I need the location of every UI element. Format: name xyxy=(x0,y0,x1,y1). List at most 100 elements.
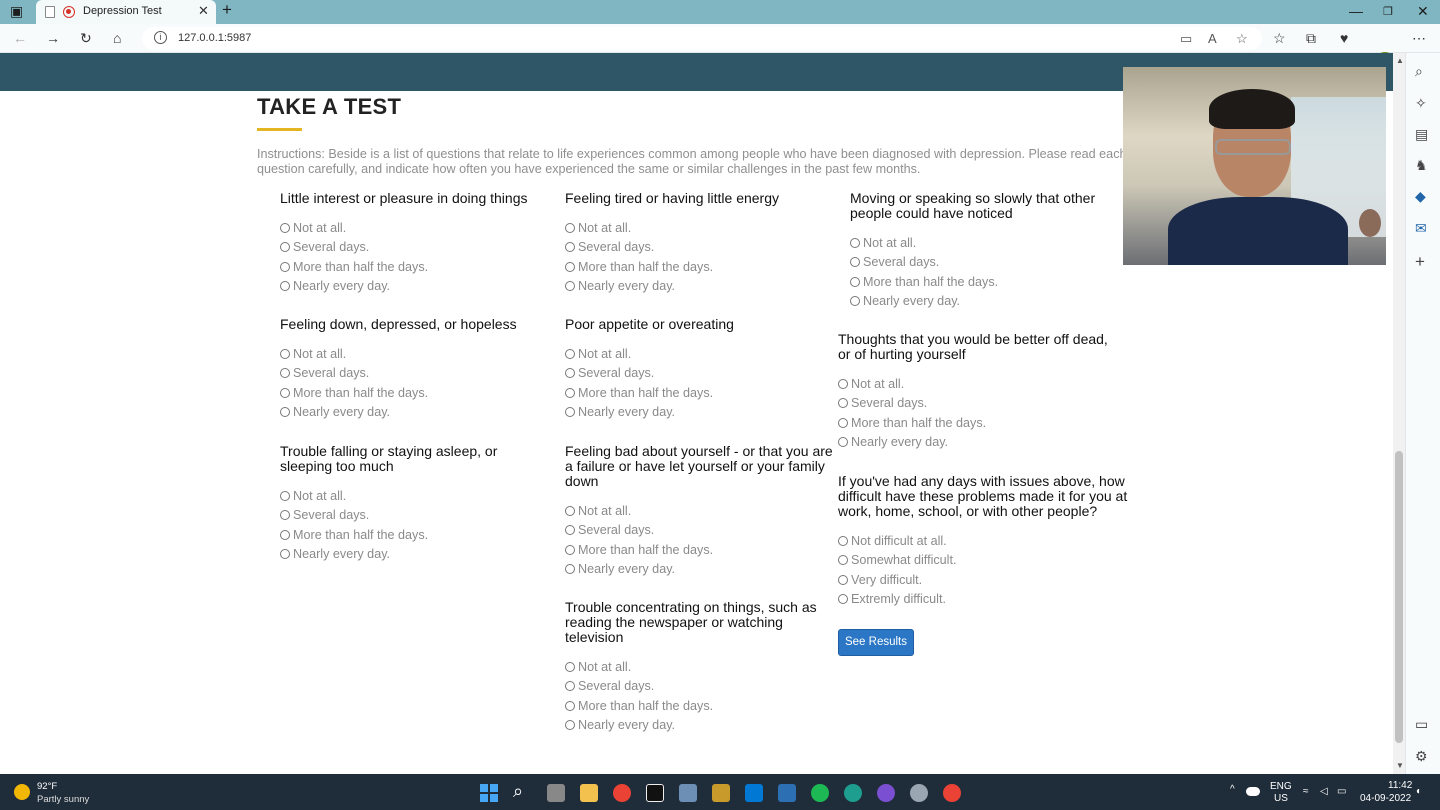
radio-button[interactable] xyxy=(565,700,575,711)
radio-button[interactable] xyxy=(850,237,860,248)
radio-button[interactable] xyxy=(838,378,848,389)
radio-button[interactable] xyxy=(280,387,290,398)
task-view-icon[interactable] xyxy=(547,784,565,802)
games-icon[interactable]: ♞ xyxy=(1415,157,1428,174)
answer-option[interactable]: Not at all. xyxy=(565,344,835,364)
radio-button[interactable] xyxy=(838,574,848,585)
tray-chevron-icon[interactable]: ^ xyxy=(1230,784,1235,795)
radio-button[interactable] xyxy=(280,281,290,292)
radio-button[interactable] xyxy=(565,387,575,398)
clock-date[interactable]: 04-09-2022 xyxy=(1360,793,1411,804)
tools-icon[interactable]: ▤ xyxy=(1415,126,1428,143)
radio-button[interactable] xyxy=(280,490,290,501)
answer-option[interactable]: Not at all. xyxy=(565,501,835,521)
home-icon[interactable]: ⌂ xyxy=(113,30,121,46)
radio-button[interactable] xyxy=(280,510,290,521)
answer-option[interactable]: More than half the days. xyxy=(838,413,1108,433)
battery-icon[interactable]: ▭ xyxy=(1337,786,1346,797)
site-info-icon[interactable]: i xyxy=(154,31,167,44)
answer-option[interactable]: Several days. xyxy=(280,238,550,258)
extension-icon[interactable]: ♥ xyxy=(1340,30,1348,46)
radio-button[interactable] xyxy=(850,257,860,268)
answer-option[interactable]: Nearly every day. xyxy=(280,277,550,297)
collections-icon[interactable]: ⧉ xyxy=(1306,30,1316,47)
language-indicator[interactable]: ENG xyxy=(1270,781,1292,792)
answer-option[interactable]: Nearly every day. xyxy=(280,545,550,565)
scroll-up-icon[interactable]: ▲ xyxy=(1396,56,1404,65)
answer-option[interactable]: Several days. xyxy=(850,253,1120,273)
close-tab-icon[interactable]: ✕ xyxy=(198,3,209,19)
edge-icon[interactable] xyxy=(844,784,862,802)
settings-icon[interactable]: ⚙ xyxy=(1415,748,1428,765)
radio-button[interactable] xyxy=(280,261,290,272)
answer-option[interactable]: Not at all. xyxy=(280,218,550,238)
radio-button[interactable] xyxy=(838,398,848,409)
answer-option[interactable]: Several days. xyxy=(565,521,835,541)
radio-button[interactable] xyxy=(280,407,290,418)
answer-option[interactable]: More than half the days. xyxy=(565,383,835,403)
outlook-icon[interactable]: ✉ xyxy=(1415,220,1427,237)
answer-option[interactable]: Not at all. xyxy=(565,657,835,677)
answer-option[interactable]: Several days. xyxy=(565,364,835,384)
spotify-icon[interactable] xyxy=(811,784,829,802)
clock-time[interactable]: 11:42 xyxy=(1388,780,1412,791)
radio-button[interactable] xyxy=(838,417,848,428)
answer-option[interactable]: Nearly every day. xyxy=(565,560,835,580)
answer-option[interactable]: Very difficult. xyxy=(838,570,1128,590)
chrome-icon[interactable] xyxy=(613,784,631,802)
radio-button[interactable] xyxy=(850,296,860,307)
answer-option[interactable]: More than half the days. xyxy=(280,525,550,545)
answer-option[interactable]: Several days. xyxy=(838,394,1108,414)
radio-button[interactable] xyxy=(838,594,848,605)
radio-button[interactable] xyxy=(565,681,575,692)
minimize-icon[interactable]: — xyxy=(1349,3,1363,19)
radio-button[interactable] xyxy=(565,720,575,731)
answer-option[interactable]: Several days. xyxy=(280,364,550,384)
discover-icon[interactable]: ✧ xyxy=(1415,95,1427,112)
chrome-profile-icon[interactable] xyxy=(943,784,961,802)
favorites-icon[interactable]: ☆ xyxy=(1273,30,1286,47)
wifi-icon[interactable]: ≈ xyxy=(1303,786,1309,797)
address-bar[interactable]: i 127.0.0.1:5987 ▭ A ☆ xyxy=(142,27,1262,50)
forward-icon[interactable]: → xyxy=(46,30,60,46)
answer-option[interactable]: Not at all. xyxy=(280,344,550,364)
radio-button[interactable] xyxy=(565,407,575,418)
answer-option[interactable]: More than half the days. xyxy=(565,696,835,716)
answer-option[interactable]: Several days. xyxy=(280,506,550,526)
radio-button[interactable] xyxy=(838,437,848,448)
answer-option[interactable]: Nearly every day. xyxy=(565,277,835,297)
answer-option[interactable]: Nearly every day. xyxy=(565,716,835,736)
reload-icon[interactable]: ↻ xyxy=(80,30,92,47)
office-icon[interactable]: ◆ xyxy=(1415,188,1426,205)
radio-button[interactable] xyxy=(280,222,290,233)
answer-option[interactable]: More than half the days. xyxy=(280,257,550,277)
settings-app-icon[interactable] xyxy=(910,784,928,802)
radio-button[interactable] xyxy=(565,368,575,379)
radio-button[interactable] xyxy=(565,661,575,672)
answer-option[interactable]: Nearly every day. xyxy=(280,403,550,423)
answer-option[interactable]: Not difficult at all. xyxy=(838,531,1128,551)
onedrive-icon[interactable] xyxy=(1246,787,1260,796)
search-icon[interactable]: ⌕ xyxy=(513,781,531,801)
more-menu-icon[interactable]: ⋯ xyxy=(1412,30,1426,47)
see-results-button[interactable]: See Results xyxy=(838,629,914,656)
page-scrollbar[interactable]: ▲ ▼ xyxy=(1393,53,1405,774)
file-explorer-icon[interactable] xyxy=(580,784,598,802)
camera-icon[interactable]: ▭ xyxy=(1180,31,1192,47)
answer-option[interactable]: Nearly every day. xyxy=(838,433,1108,453)
read-aloud-icon[interactable]: A xyxy=(1208,31,1217,46)
radio-button[interactable] xyxy=(280,529,290,540)
radio-button[interactable] xyxy=(280,549,290,560)
close-window-icon[interactable]: ✕ xyxy=(1417,3,1429,20)
radio-button[interactable] xyxy=(565,564,575,575)
answer-option[interactable]: More than half the days. xyxy=(850,272,1120,292)
radio-button[interactable] xyxy=(565,544,575,555)
radio-button[interactable] xyxy=(565,525,575,536)
volume-icon[interactable]: ◁ xyxy=(1320,786,1328,797)
vscode-icon[interactable] xyxy=(745,784,763,802)
answer-option[interactable]: Not at all. xyxy=(838,374,1108,394)
scrollbar-thumb[interactable] xyxy=(1395,451,1403,743)
answer-option[interactable]: More than half the days. xyxy=(280,383,550,403)
radio-button[interactable] xyxy=(565,261,575,272)
search-icon[interactable]: ⌕ xyxy=(1415,63,1423,80)
